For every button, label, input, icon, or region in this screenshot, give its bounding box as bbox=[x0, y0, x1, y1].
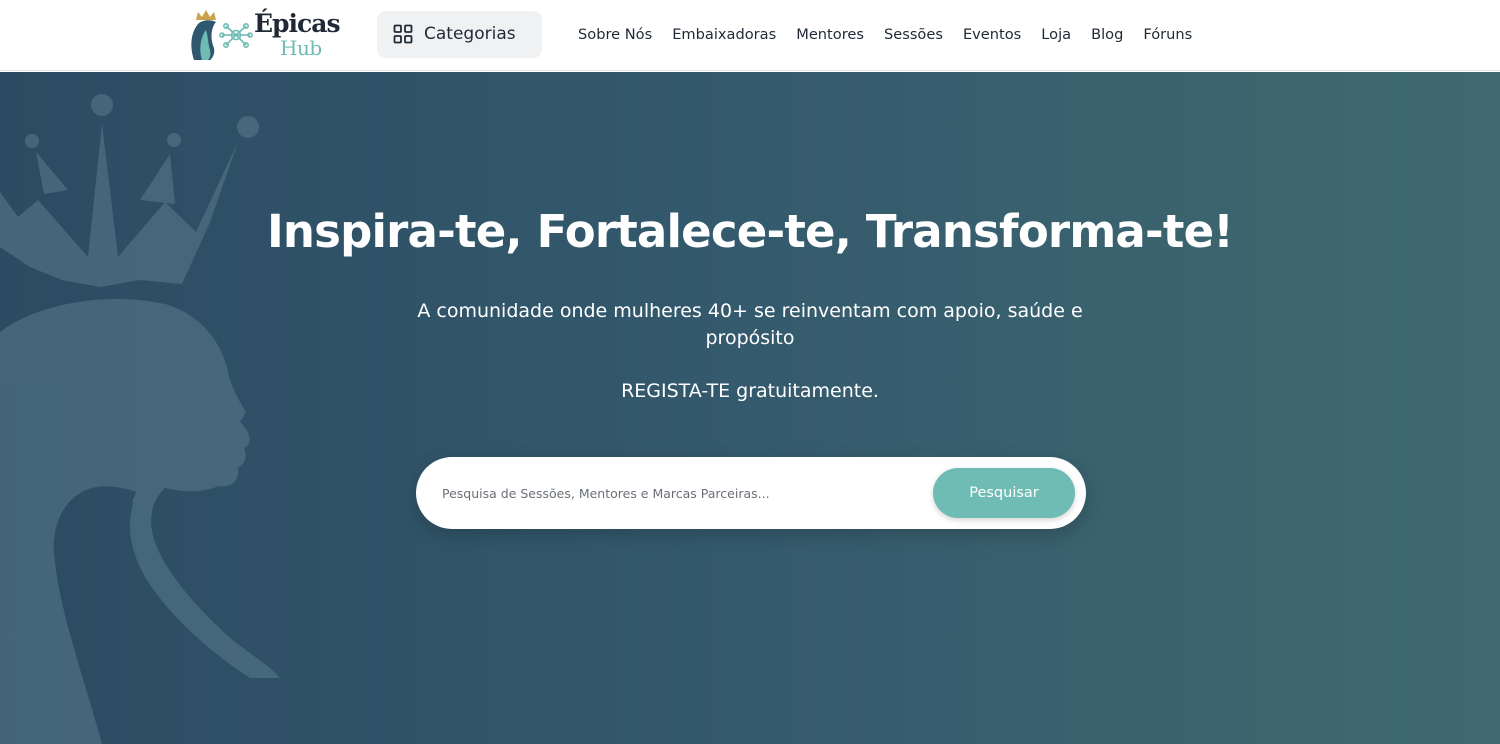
hero-register-text: REGISTA-TE gratuitamente. bbox=[621, 380, 879, 402]
menu-item-loja[interactable]: Loja bbox=[1031, 23, 1081, 47]
menu-item-sobre-nos[interactable]: Sobre Nós bbox=[568, 23, 662, 47]
categories-button[interactable]: Categorias bbox=[377, 11, 542, 58]
hero-section: Inspira-te, Fortalece-te, Transforma-te!… bbox=[0, 72, 1500, 744]
search-input[interactable] bbox=[442, 477, 922, 509]
search-button[interactable]: Pesquisar bbox=[933, 468, 1075, 518]
epicas-hub-logo[interactable]: Épicas Hub bbox=[188, 8, 341, 62]
menu-item-mentores[interactable]: Mentores bbox=[786, 23, 874, 47]
logo-wordmark-primary: Épicas bbox=[254, 9, 341, 38]
hero-subtitle: A comunidade onde mulheres 40+ se reinve… bbox=[417, 300, 1083, 349]
menu-item-eventos[interactable]: Eventos bbox=[953, 23, 1031, 47]
menu-item-embaixadoras[interactable]: Embaixadoras bbox=[662, 23, 786, 47]
top-navbar: Épicas Hub Categorias Sobre Nós Embaixad… bbox=[0, 0, 1500, 71]
grid-icon bbox=[393, 24, 413, 44]
menu-item-sessoes[interactable]: Sessões bbox=[874, 23, 953, 47]
main-menu: Sobre Nós Embaixadoras Mentores Sessões … bbox=[568, 22, 1202, 48]
hero-title: Inspira-te, Fortalece-te, Transforma-te! bbox=[266, 205, 1234, 258]
search-bar: Pesquisar bbox=[416, 457, 1086, 529]
menu-item-blog[interactable]: Blog bbox=[1081, 23, 1133, 47]
queen-silhouette-illustration bbox=[0, 94, 280, 744]
menu-item-foruns[interactable]: Fóruns bbox=[1133, 23, 1202, 47]
categories-label: Categorias bbox=[424, 24, 516, 44]
logo-wordmark-secondary: Hub bbox=[280, 36, 322, 60]
